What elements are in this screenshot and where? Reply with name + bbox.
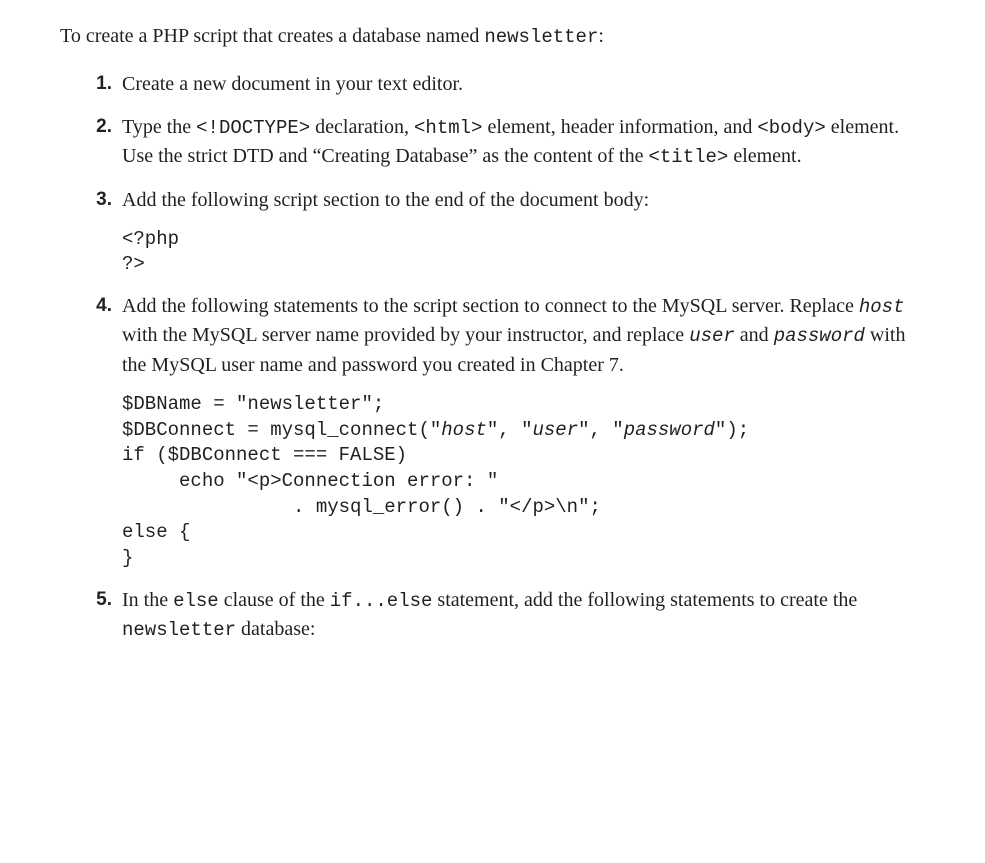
text-run: Add the following script section to the … bbox=[122, 189, 649, 211]
inline-code-italic: host bbox=[859, 296, 905, 318]
inline-code: if...else bbox=[330, 590, 433, 612]
step-text: Add the following script section to the … bbox=[122, 186, 925, 215]
step-text: Create a new document in your text edito… bbox=[122, 70, 925, 99]
code-block: <?php ?> bbox=[122, 227, 925, 278]
intro-code: newsletter bbox=[484, 26, 598, 48]
inline-code: "); if ($DBConnect === FALSE) echo "<p>C… bbox=[122, 419, 749, 569]
text-run: clause of the bbox=[219, 589, 330, 611]
inline-code: <title> bbox=[648, 146, 728, 168]
text-run: database: bbox=[236, 618, 315, 640]
step-3: 3. Add the following script section to t… bbox=[122, 186, 925, 278]
text-run: element. bbox=[728, 145, 801, 167]
step-2: 2. Type the <!DOCTYPE> declaration, <htm… bbox=[122, 113, 925, 172]
inline-code: <?php ?> bbox=[122, 228, 179, 276]
inline-code: ", " bbox=[578, 419, 624, 441]
text-run: declaration, bbox=[310, 116, 414, 138]
intro-paragraph: To create a PHP script that creates a da… bbox=[60, 22, 925, 52]
inline-code-italic: user bbox=[532, 419, 578, 441]
step-4: 4. Add the following statements to the s… bbox=[122, 292, 925, 572]
text-run: element, header infor­mation, and bbox=[482, 116, 757, 138]
step-list: 1. Create a new document in your text ed… bbox=[60, 70, 925, 645]
step-number: 2. bbox=[86, 113, 112, 141]
inline-code: newsletter bbox=[122, 619, 236, 641]
inline-code: <html> bbox=[414, 117, 482, 139]
step-number: 4. bbox=[86, 292, 112, 320]
inline-code-italic: password bbox=[774, 325, 865, 347]
step-number: 5. bbox=[86, 586, 112, 614]
inline-code-italic: password bbox=[624, 419, 715, 441]
intro-pre: To create a PHP script that creates a da… bbox=[60, 25, 484, 47]
code-block: $DBName = "newsletter"; $DBConnect = mys… bbox=[122, 392, 925, 571]
text-run: Type the bbox=[122, 116, 196, 138]
inline-code: ", " bbox=[487, 419, 533, 441]
text-run: statement, add the follow­ing statements… bbox=[432, 589, 857, 611]
step-1: 1. Create a new document in your text ed… bbox=[122, 70, 925, 99]
inline-code: <!DOCTYPE> bbox=[196, 117, 310, 139]
step-5: 5. In the else clause of the if...else s… bbox=[122, 586, 925, 645]
inline-code: <body> bbox=[757, 117, 825, 139]
step-number: 1. bbox=[86, 70, 112, 98]
step-text: Add the following statements to the scri… bbox=[122, 292, 925, 380]
inline-code: $DBName = "newsletter"; $DBConnect = mys… bbox=[122, 393, 441, 441]
text-run: Create a new document in your text edito… bbox=[122, 73, 463, 95]
step-number: 3. bbox=[86, 186, 112, 214]
inline-code-italic: host bbox=[441, 419, 487, 441]
inline-code: else bbox=[173, 590, 219, 612]
inline-code-italic: user bbox=[689, 325, 735, 347]
text-run: In the bbox=[122, 589, 173, 611]
text-run: with the MySQL server name provided by y… bbox=[122, 324, 689, 346]
step-text: Type the <!DOCTYPE> declaration, <html> … bbox=[122, 113, 925, 172]
text-run: and bbox=[735, 324, 774, 346]
text-run: Add the following statements to the scri… bbox=[122, 295, 859, 317]
step-text: In the else clause of the if...else stat… bbox=[122, 586, 925, 645]
intro-post: : bbox=[598, 25, 604, 47]
